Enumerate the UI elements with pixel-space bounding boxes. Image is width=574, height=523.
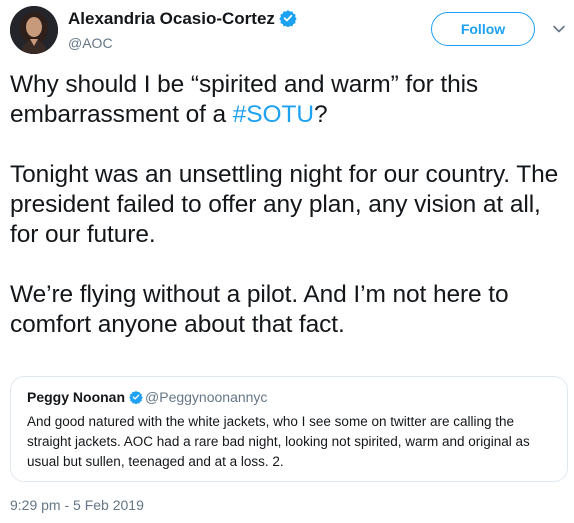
author-name-text[interactable]: Alexandria Ocasio-Cortez <box>68 9 275 28</box>
avatar-photo-icon <box>10 6 58 54</box>
quoted-author-handle[interactable]: @Peggynoonannyc <box>145 389 267 405</box>
tweet-paragraph-1: Why should I be “spirited and warm” for … <box>10 70 570 130</box>
tweet-timestamp[interactable]: 9:29 pm - 5 Feb 2019 <box>10 497 144 513</box>
author-display-name[interactable]: Alexandria Ocasio-Cortez <box>68 9 297 29</box>
avatar[interactable] <box>10 6 58 54</box>
author-handle[interactable]: @AOC <box>68 35 113 51</box>
chevron-down-icon[interactable] <box>552 22 566 36</box>
tweet-text-segment: ? <box>313 101 328 128</box>
quoted-tweet-text: And good natured with the white jackets,… <box>27 414 530 469</box>
quoted-tweet[interactable]: Peggy Noonan @Peggynoonannyc And good na… <box>10 376 568 482</box>
tweet-paragraph-2: Tonight was an unsettling night for our … <box>10 161 559 248</box>
verified-badge-icon <box>279 10 297 27</box>
quoted-tweet-header: Peggy Noonan @Peggynoonannyc <box>27 389 267 405</box>
tweet-paragraph-3: We’re flying without a pilot. And I’m no… <box>10 281 509 338</box>
follow-button[interactable]: Follow <box>431 12 535 46</box>
verified-badge-icon <box>129 390 143 404</box>
tweet-text: Why should I be “spirited and warm” for … <box>10 70 570 340</box>
tweet-header: Alexandria Ocasio-Cortez @AOC Follow <box>0 0 574 64</box>
hashtag-link[interactable]: #SOTU <box>233 101 314 128</box>
quoted-author-name[interactable]: Peggy Noonan <box>27 389 125 405</box>
